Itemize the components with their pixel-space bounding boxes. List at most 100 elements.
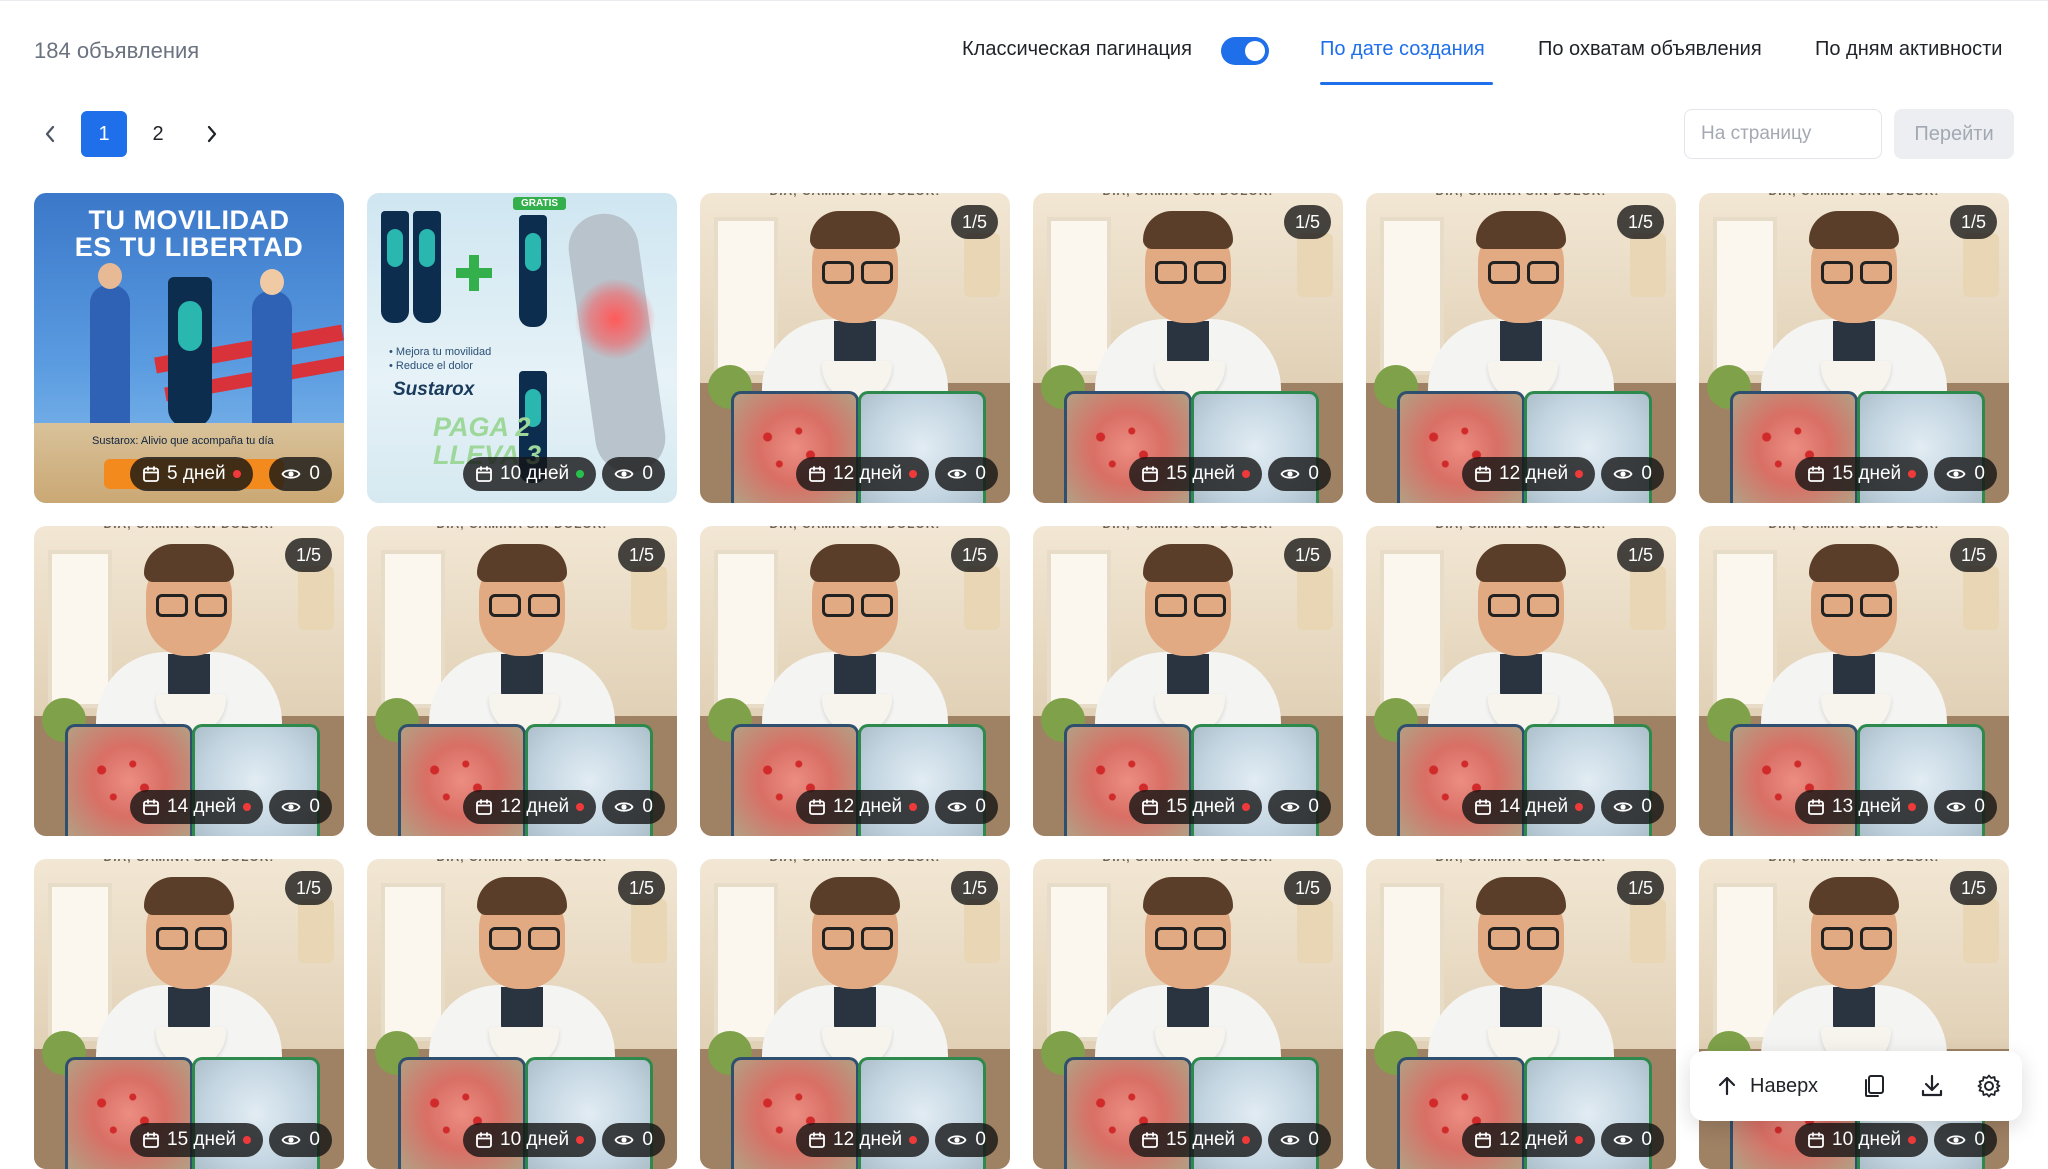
copy-icon — [1865, 1075, 1884, 1097]
next-page-button[interactable] — [198, 116, 226, 152]
ad-bullets: • Mejora tu movilidad • Reduce el dolor — [389, 346, 492, 372]
glasses — [1860, 261, 1892, 284]
ad-card[interactable]: DÍA, CAMINA SIN DOLOR! 1/5 12 дней 0 — [700, 859, 1010, 1169]
lamp — [298, 899, 334, 963]
ad-card[interactable]: DÍA, CAMINA SIN DOLOR! 1/5 12 дней 0 — [1366, 193, 1676, 503]
doctor-hair — [1809, 211, 1899, 249]
views-count: 0 — [1641, 796, 1652, 817]
lamp — [1297, 566, 1333, 630]
active-days-text: 15 дней — [1166, 463, 1236, 484]
copy-button[interactable] — [1858, 1070, 1890, 1102]
glasses — [1194, 927, 1226, 950]
page-jump-input[interactable] — [1684, 109, 1882, 159]
plus-sign — [456, 268, 492, 278]
active-days-badge: 10 дней — [463, 1123, 597, 1157]
lamp — [964, 899, 1000, 963]
ad-top-text: DÍA, CAMINA SIN DOLOR! — [34, 859, 344, 864]
glasses — [1821, 927, 1853, 950]
views-count: 0 — [642, 796, 653, 817]
calendar-icon — [1142, 799, 1158, 815]
views-badge: 0 — [1934, 457, 1997, 491]
doctor-hair — [1809, 877, 1899, 915]
scroll-to-top-button[interactable]: Наверх — [1716, 1051, 1818, 1121]
views-badge: 0 — [269, 790, 332, 824]
views-badge: 0 — [1268, 1123, 1331, 1157]
ad-card[interactable]: DÍA, CAMINA SIN DOLOR! 1/5 12 дней 0 — [700, 193, 1010, 503]
status-dot — [1242, 1136, 1251, 1144]
calendar-icon — [1808, 1132, 1824, 1148]
slide-counter-badge: 1/5 — [1283, 205, 1331, 239]
ad-card[interactable]: DÍA, CAMINA SIN DOLOR! 1/5 14 дней 0 — [1366, 526, 1676, 836]
window — [381, 883, 445, 1041]
ad-card[interactable]: DÍA, CAMINA SIN DOLOR! 1/5 15 дней 0 — [1033, 193, 1343, 503]
ads-count: 184 объявления — [34, 38, 200, 63]
glasses — [1821, 594, 1853, 617]
doctor-hair — [477, 877, 567, 915]
tab-sort-date[interactable]: По дате создания — [1320, 38, 1485, 61]
active-tab-indicator — [1320, 82, 1493, 85]
active-days-text: 15 дней — [1166, 796, 1236, 817]
ad-top-text: DÍA, CAMINA SIN DOLOR! — [700, 526, 1010, 531]
tab-sort-activity-days[interactable]: По дням активности — [1815, 38, 2002, 61]
ad-caption: Sustarox: Alivio que acompaña tu día — [92, 435, 274, 447]
status-dot — [1242, 803, 1251, 811]
status-dot — [909, 1136, 918, 1144]
tab-sort-reach[interactable]: По охватам объявления — [1538, 38, 1762, 61]
ad-card[interactable]: DÍA, CAMINA SIN DOLOR! 1/5 13 дней 0 — [1699, 526, 2009, 836]
eye-icon — [281, 1135, 301, 1145]
tube-stripe — [178, 301, 202, 351]
ad-card[interactable]: GRATIS • Mejora tu movilidad • Reduce el d… — [367, 193, 677, 503]
active-days-badge: 10 дней — [1795, 1123, 1929, 1157]
ad-card[interactable]: DÍA, CAMINA SIN DOLOR! 1/5 10 дней 0 — [1699, 859, 2009, 1169]
active-days-text: 12 дней — [500, 796, 570, 817]
chevron-right-icon — [207, 125, 217, 143]
eye-icon — [281, 469, 301, 479]
ad-card[interactable]: TU MOVILIDAD ES TU LIBERTAD Sustarox: Aliv… — [34, 193, 344, 503]
pagination-toggle[interactable] — [1221, 37, 1269, 65]
status-dot — [1575, 470, 1584, 478]
glasses — [1860, 594, 1892, 617]
settings-button[interactable] — [1973, 1070, 2005, 1102]
eye-icon — [1280, 1135, 1300, 1145]
lamp — [1630, 233, 1666, 297]
doctor-hair — [1143, 211, 1233, 249]
calendar-icon — [476, 799, 492, 815]
glasses — [156, 927, 188, 950]
views-badge: 0 — [269, 457, 332, 491]
glasses — [1488, 261, 1520, 284]
ad-card[interactable]: DÍA, CAMINA SIN DOLOR! 1/5 15 дней 0 — [1033, 859, 1343, 1169]
glasses — [1860, 927, 1892, 950]
status-dot — [576, 470, 585, 478]
ad-card[interactable]: DÍA, CAMINA SIN DOLOR! 1/5 15 дней 0 — [1699, 193, 2009, 503]
glasses — [195, 927, 227, 950]
page-1-button[interactable]: 1 — [81, 111, 127, 157]
ad-card[interactable]: DÍA, CAMINA SIN DOLOR! 1/5 10 дней 0 — [367, 859, 677, 1169]
doctor-hair — [1809, 544, 1899, 582]
eye-icon — [1280, 469, 1300, 479]
page-jump-button[interactable]: Перейти — [1894, 109, 2014, 159]
ad-top-text: DÍA, CAMINA SIN DOLOR! — [1366, 193, 1676, 198]
download-button[interactable] — [1916, 1070, 1948, 1102]
ad-card[interactable]: DÍA, CAMINA SIN DOLOR! 1/5 12 дней 0 — [367, 526, 677, 836]
active-days-text: 10 дней — [1832, 1129, 1902, 1150]
ad-brand: Sustarox — [393, 379, 475, 400]
active-days-text: 10 дней — [500, 463, 570, 484]
page-2-button[interactable]: 2 — [135, 111, 181, 157]
active-days-text: 15 дней — [167, 1129, 237, 1150]
prev-page-button[interactable] — [36, 116, 64, 152]
ad-card[interactable]: DÍA, CAMINA SIN DOLOR! 1/5 15 дней 0 — [1033, 526, 1343, 836]
views-count: 0 — [1308, 796, 1319, 817]
top-divider — [0, 0, 2048, 1]
glasses — [861, 594, 893, 617]
active-days-badge: 12 дней — [1462, 1123, 1596, 1157]
product-tube — [413, 211, 441, 323]
window — [1713, 217, 1777, 375]
window — [381, 550, 445, 708]
ad-card[interactable]: DÍA, CAMINA SIN DOLOR! 1/5 12 дней 0 — [1366, 859, 1676, 1169]
calendar-icon — [476, 1132, 492, 1148]
glasses — [1155, 594, 1187, 617]
ad-card[interactable]: DÍA, CAMINA SIN DOLOR! 1/5 15 дней 0 — [34, 859, 344, 1169]
ad-card[interactable]: DÍA, CAMINA SIN DOLOR! 1/5 12 дней 0 — [700, 526, 1010, 836]
ad-card[interactable]: DÍA, CAMINA SIN DOLOR! 1/5 14 дней 0 — [34, 526, 344, 836]
calendar-icon — [1475, 1132, 1491, 1148]
